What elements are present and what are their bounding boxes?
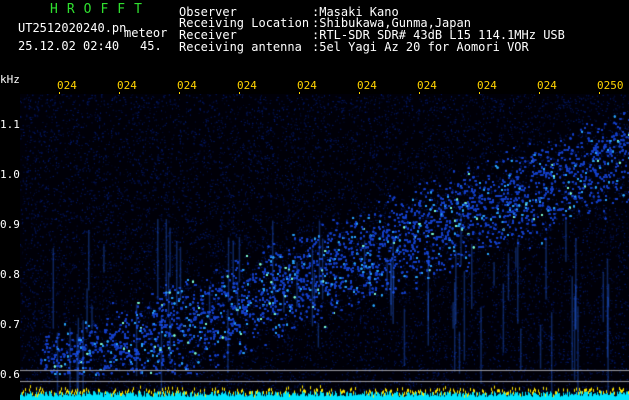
y-tick-label: 0.6 bbox=[0, 368, 20, 381]
x-tick-label: 024 bbox=[357, 79, 377, 92]
y-tick-label: 1.1 bbox=[0, 118, 20, 131]
info-key-antenna: Receiving antenna bbox=[179, 40, 302, 54]
meteor-label: meteor bbox=[124, 26, 168, 40]
y-axis-unit: kHz bbox=[0, 73, 20, 86]
x-tick-label: 024 bbox=[177, 79, 197, 92]
x-tick-label: 024 bbox=[297, 79, 317, 92]
y-tick-label: 0.7 bbox=[0, 318, 20, 331]
y-tick-label: 0.9 bbox=[0, 218, 20, 231]
meteor-count: 45. bbox=[140, 39, 162, 53]
y-tick-label: 0.8 bbox=[0, 268, 20, 281]
file-name: UT2512020240.pn bbox=[18, 21, 127, 35]
x-tick-label: 024 bbox=[57, 79, 77, 92]
spectrogram bbox=[20, 94, 629, 400]
x-tick-label: 024 bbox=[237, 79, 257, 92]
x-tick-label: 0250 bbox=[597, 79, 624, 92]
x-tick-label: 024 bbox=[117, 79, 137, 92]
app-brand: HROFFT bbox=[50, 2, 151, 17]
x-tick-label: 024 bbox=[417, 79, 437, 92]
datetime: 25.12.02 02:40 bbox=[18, 39, 120, 53]
info-value-antenna: :5el Yagi Az 20 for Aomori VOR bbox=[312, 40, 529, 54]
x-tick-label: 024 bbox=[537, 79, 557, 92]
y-tick-label: 1.0 bbox=[0, 168, 20, 181]
x-tick-label: 024 bbox=[477, 79, 497, 92]
